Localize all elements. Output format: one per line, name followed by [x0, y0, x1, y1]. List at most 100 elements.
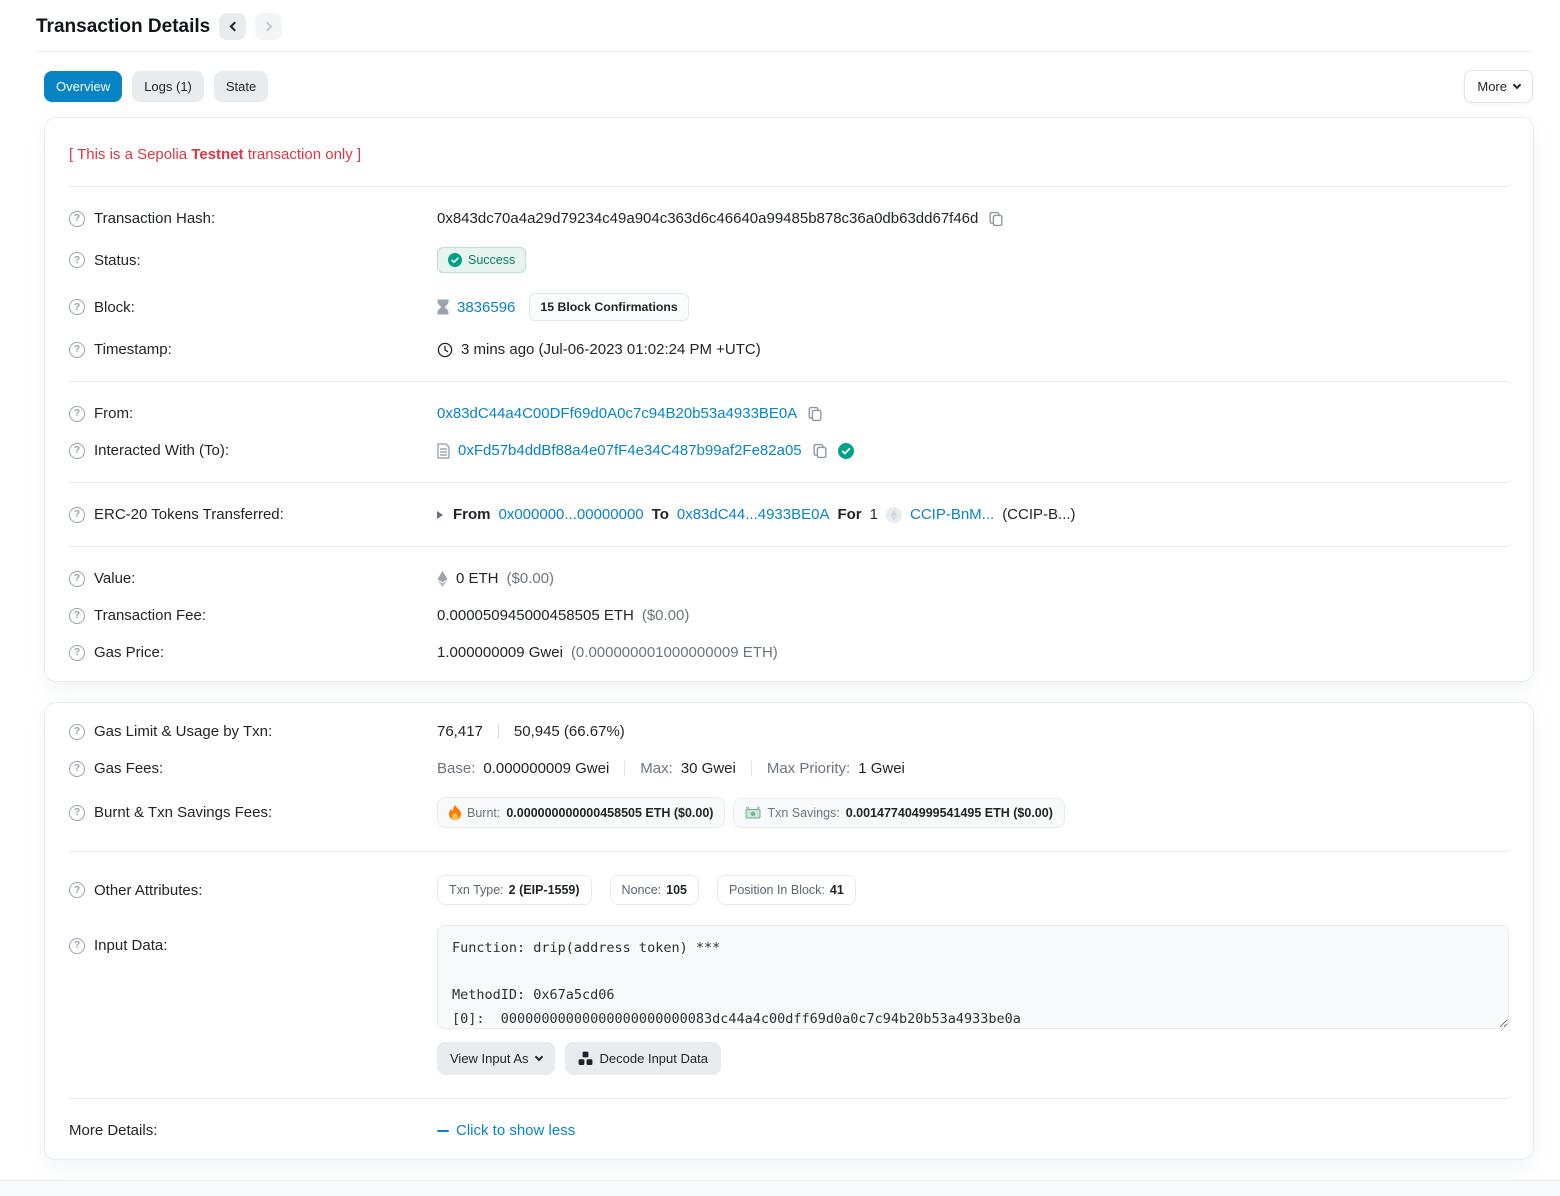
max-fee-label: Max: [640, 760, 673, 777]
help-icon [69, 761, 85, 777]
gas-limit-row: Gas Limit & Usage by Txn: 76,417 50,945 … [69, 713, 1509, 750]
erc20-token-symbol: (CCIP-B...) [1002, 506, 1075, 523]
block-number-link[interactable]: 3836596 [457, 299, 515, 316]
copy-hash-button[interactable] [986, 211, 1006, 227]
testnet-warning-close: transaction only ] [248, 146, 361, 163]
transaction-fee-label: Transaction Fee: [94, 607, 206, 624]
gas-limit-label: Gas Limit & Usage by Txn: [94, 723, 272, 740]
value-label: Value: [94, 570, 135, 587]
token-icon [886, 507, 902, 523]
help-icon [69, 805, 85, 821]
timestamp-row: Timestamp: 3 mins ago (Jul-06-2023 01:02… [69, 331, 1509, 368]
testnet-warning-open: [ This is a Sepolia [69, 146, 187, 163]
txn-type-value: 2 (EIP-1559) [509, 883, 580, 897]
previous-transaction-button[interactable] [219, 13, 246, 40]
erc20-from-address-link[interactable]: 0x000000...00000000 [499, 506, 644, 523]
more-details-row: More Details: Click to show less [69, 1112, 1509, 1149]
chevron-down-icon [534, 1052, 542, 1060]
separator [624, 761, 625, 776]
gas-fees-label: Gas Fees: [94, 760, 163, 777]
decode-input-data-button[interactable]: Decode Input Data [565, 1042, 721, 1075]
separator [751, 761, 752, 776]
verified-check-icon [838, 443, 854, 459]
tab-state[interactable]: State [214, 71, 268, 102]
max-priority-label: Max Priority: [767, 760, 850, 777]
next-transaction-button[interactable] [255, 13, 282, 40]
burnt-savings-row: Burnt & Txn Savings Fees: Burnt: 0.00000… [69, 787, 1509, 838]
burnt-fee-badge: Burnt: 0.000000000000458505 ETH ($0.00) [437, 797, 725, 828]
status-row: Status: Success [69, 237, 1509, 283]
gas-price-label: Gas Price: [94, 644, 164, 661]
input-actions: View Input As Decode Input Data [437, 1042, 1509, 1075]
transaction-hash-value: 0x843dc70a4a29d79234c49a904c363d6c46640a… [437, 210, 978, 227]
divider [69, 186, 1509, 187]
help-icon [69, 645, 85, 661]
burnt-tag: Burnt: [467, 806, 500, 820]
txn-type-label: Txn Type: [449, 883, 504, 897]
check-circle-icon [448, 253, 462, 267]
tab-list: Overview Logs (1) State [44, 71, 268, 102]
other-attributes-row: Other Attributes: Txn Type: 2 (EIP-1559)… [69, 865, 1509, 915]
show-less-link[interactable]: Click to show less [437, 1122, 575, 1139]
contract-file-icon [437, 443, 450, 459]
help-icon [69, 507, 85, 523]
gas-price-row: Gas Price: 1.000000009 Gwei (0.000000001… [69, 634, 1509, 671]
txn-savings-badge: Txn Savings: 0.001477404999541495 ETH ($… [733, 798, 1064, 828]
value-usd: ($0.00) [507, 570, 555, 587]
chevron-down-icon [1513, 80, 1521, 88]
help-icon [69, 252, 85, 268]
separator [498, 724, 499, 739]
tab-overview[interactable]: Overview [44, 71, 122, 102]
nonce-badge: Nonce: 105 [610, 875, 699, 905]
erc20-to-address-link[interactable]: 0x83dC44...4933BE0A [677, 506, 830, 523]
copy-from-address-button[interactable] [805, 406, 825, 422]
erc20-amount: 1 [870, 506, 878, 523]
block-label: Block: [94, 299, 135, 316]
value-row: Value: 0 ETH ($0.00) [69, 560, 1509, 597]
erc20-transfers-label: ERC-20 Tokens Transferred: [94, 506, 284, 523]
from-address-link[interactable]: 0x83dC44a4C00DFf69d0A0c7c94B20b53a4933BE… [437, 405, 797, 422]
more-dropdown-label: More [1477, 79, 1507, 94]
base-fee-value: 0.000000009 Gwei [483, 760, 609, 777]
money-wings-icon [745, 806, 761, 819]
decode-input-data-label: Decode Input Data [600, 1051, 708, 1066]
help-icon [69, 299, 85, 315]
divider [69, 381, 1509, 382]
block-row: Block: 3836596 15 Block Confirmations [69, 283, 1509, 331]
chevron-right-icon [262, 22, 272, 32]
value-eth: 0 ETH [456, 570, 499, 587]
copy-icon [807, 406, 823, 422]
divider [69, 546, 1509, 547]
overview-card: [ This is a Sepolia Testnet transaction … [44, 117, 1534, 682]
max-priority-value: 1 Gwei [858, 760, 905, 777]
input-data-textarea[interactable]: Function: drip(address token) *** Method… [437, 925, 1509, 1029]
copy-contract-address-button[interactable] [810, 443, 830, 459]
page-title: Transaction Details [36, 16, 210, 38]
testnet-warning: [ This is a Sepolia Testnet transaction … [69, 128, 1509, 173]
decode-cubes-icon [578, 1051, 593, 1066]
status-label: Status: [94, 252, 141, 269]
contract-address-link[interactable]: 0xFd57b4ddBf88a4e07fF4e34C487b99af2Fe82a… [458, 442, 802, 459]
help-icon [69, 938, 85, 954]
divider [69, 1098, 1509, 1099]
status-badge: Success [437, 247, 526, 273]
input-data-row: Input Data: Function: drip(address token… [69, 915, 1509, 1085]
tab-logs[interactable]: Logs (1) [132, 71, 204, 102]
burnt-value: 0.000000000000458505 ETH ($0.00) [506, 806, 713, 820]
help-icon [69, 608, 85, 624]
expand-caret-icon[interactable] [437, 511, 443, 519]
erc20-to-word: To [652, 506, 669, 523]
gas-price-eth: (0.000000001000000009 ETH) [571, 644, 778, 661]
help-icon [69, 882, 85, 898]
footer-strip [0, 1180, 1560, 1196]
more-dropdown-button[interactable]: More [1464, 70, 1533, 103]
transaction-hash-row: Transaction Hash: 0x843dc70a4a29d79234c4… [69, 200, 1509, 237]
view-input-as-button[interactable]: View Input As [437, 1042, 555, 1075]
transaction-hash-label: Transaction Hash: [94, 210, 215, 227]
divider [69, 851, 1509, 852]
timestamp-label: Timestamp: [94, 341, 172, 358]
minus-icon [437, 1130, 449, 1132]
interacted-with-row: Interacted With (To): 0xFd57b4ddBf88a4e0… [69, 432, 1509, 469]
erc20-token-link[interactable]: CCIP-BnM... [910, 506, 994, 523]
position-in-block-label: Position In Block: [729, 883, 825, 897]
